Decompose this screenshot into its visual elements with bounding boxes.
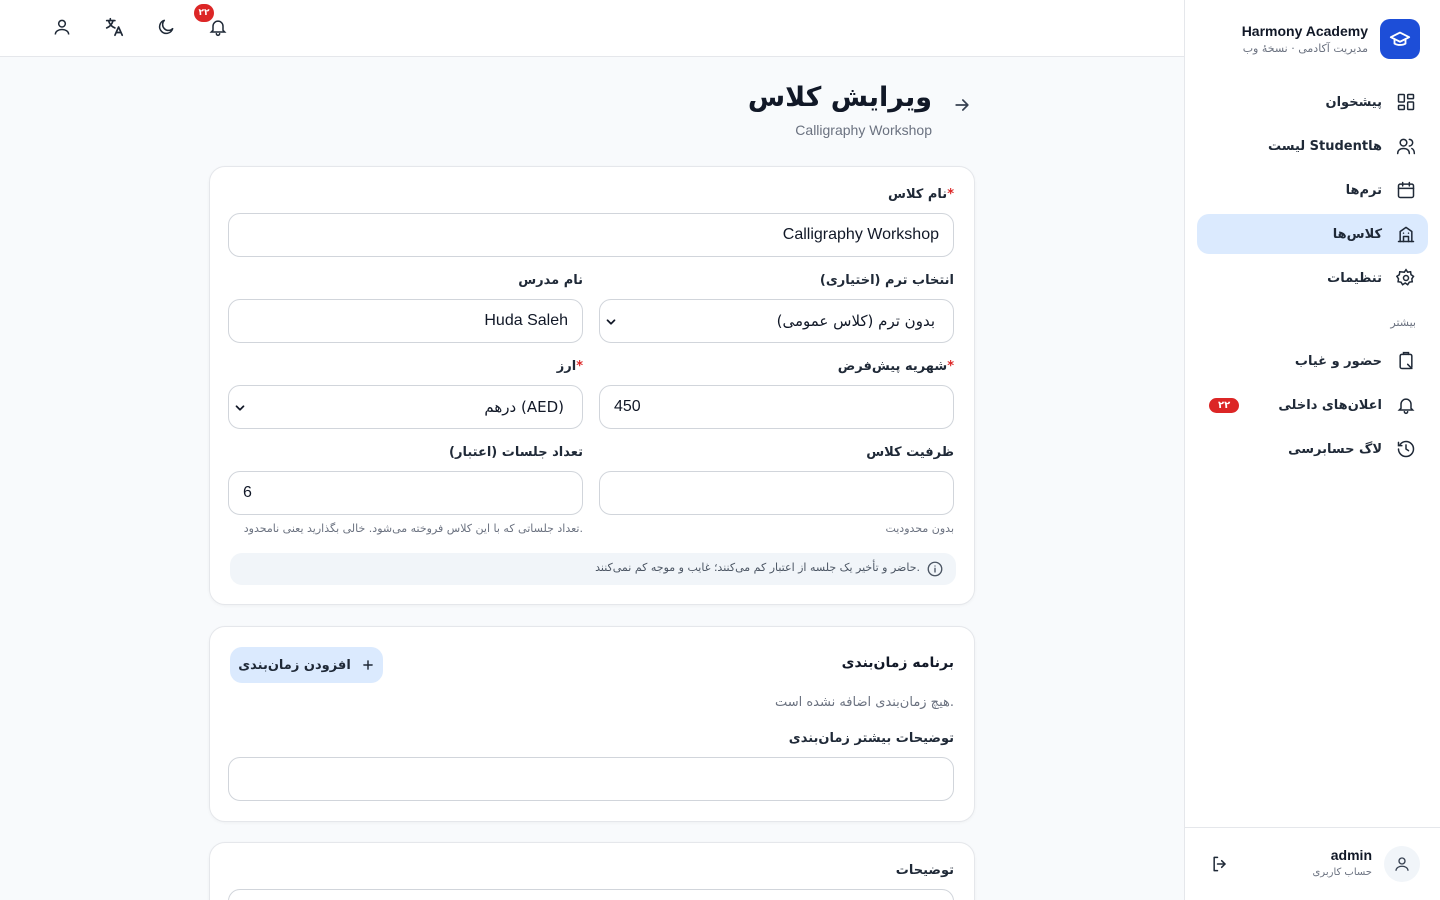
schedule-title: برنامه زمان‌بندی bbox=[841, 655, 954, 671]
logout-icon[interactable] bbox=[1210, 854, 1230, 874]
sidebar-item-terms[interactable]: ترم‌ها bbox=[1197, 170, 1428, 210]
notification-badge: ۲۲ bbox=[1209, 397, 1240, 413]
currency-select[interactable]: درهم (AED) bbox=[228, 385, 583, 429]
teacher-input[interactable]: Huda Saleh bbox=[228, 299, 583, 343]
description-input[interactable] bbox=[228, 889, 954, 900]
user-box: admin حساب کاربری bbox=[1184, 827, 1440, 900]
sidebar-item-students[interactable]: لیست Studentها bbox=[1197, 126, 1428, 166]
sidebar-item-settings[interactable]: تنظیمات bbox=[1197, 258, 1428, 298]
page-subtitle: Calligraphy Workshop bbox=[795, 122, 932, 138]
brand-subtitle: مدیریت آکادمی · نسخهٔ وب bbox=[1242, 42, 1368, 55]
chevron-down-icon bbox=[235, 405, 245, 411]
top-bar: ۲۲ bbox=[0, 0, 1184, 57]
capacity-hint: بدون محدودیت bbox=[885, 522, 954, 535]
sidebar-item-label: تنظیمات bbox=[1327, 270, 1382, 286]
page-title: ویرایش کلاس bbox=[747, 82, 932, 113]
class-name-label: نام کلاس* bbox=[888, 187, 954, 202]
term-select-value: بدون ترم (کلاس عمومی) bbox=[776, 312, 935, 330]
info-note: حاضر و تأخیر یک جلسه از اعتبار کم می‌کنن… bbox=[230, 553, 956, 585]
sidebar-nav: پیشخوان لیست Studentها ترم‌ها کلاس‌ها تن… bbox=[1197, 82, 1428, 473]
description-label: توضیحات bbox=[895, 863, 954, 878]
sessions-input[interactable]: 6 bbox=[228, 471, 583, 515]
calendar-icon bbox=[1396, 180, 1416, 200]
sidebar-item-label: اعلان‌های داخلی bbox=[1278, 397, 1382, 413]
sidebar-item-label: حضور و غیاب bbox=[1294, 353, 1382, 369]
add-schedule-button[interactable]: افزودن زمان‌بندی bbox=[230, 647, 383, 683]
user-role: حساب کاربری bbox=[1312, 867, 1372, 878]
avatar[interactable] bbox=[1384, 846, 1420, 882]
user-name: admin bbox=[1330, 847, 1372, 863]
capacity-label: ظرفیت کلاس bbox=[866, 445, 954, 460]
schedule-card: برنامه زمان‌بندی افزودن زمان‌بندی هیچ زم… bbox=[209, 626, 975, 822]
sidebar-item-label: پیشخوان bbox=[1325, 94, 1383, 110]
sidebar-item-label: ترم‌ها bbox=[1345, 182, 1382, 198]
sidebar-item-label: لاگ حسابرسی bbox=[1288, 441, 1382, 457]
school-icon bbox=[1396, 224, 1416, 244]
chevron-down-icon bbox=[606, 319, 616, 325]
moon-icon[interactable] bbox=[155, 16, 177, 38]
info-icon bbox=[927, 561, 943, 577]
description-card: توضیحات bbox=[209, 842, 975, 900]
sidebar-item-notifications[interactable]: اعلان‌های داخلی ۲۲ bbox=[1197, 385, 1428, 425]
sidebar-item-label: کلاس‌ها bbox=[1332, 226, 1382, 242]
schedule-empty-text: هیچ زمان‌بندی اضافه نشده است. bbox=[774, 695, 954, 710]
notification-count-badge: ۲۲ bbox=[194, 4, 214, 22]
history-icon bbox=[1396, 439, 1416, 459]
bell-icon bbox=[1396, 395, 1416, 415]
teacher-label: نام مدرس bbox=[518, 273, 583, 288]
sidebar: Harmony Academy مدیریت آکادمی · نسخهٔ وب… bbox=[1184, 0, 1440, 900]
term-label: انتخاب ترم (اختیاری) bbox=[819, 273, 954, 288]
sidebar-item-label: لیست Studentها bbox=[1267, 138, 1382, 154]
add-schedule-label: افزودن زمان‌بندی bbox=[238, 657, 351, 673]
info-text: حاضر و تأخیر یک جلسه از اعتبار کم می‌کنن… bbox=[595, 561, 920, 574]
brand[interactable]: Harmony Academy مدیریت آکادمی · نسخهٔ وب bbox=[1242, 19, 1420, 59]
capacity-input[interactable] bbox=[599, 471, 954, 515]
schedule-notes-label: توضیحات بیشتر زمان‌بندی bbox=[788, 731, 954, 746]
nav-section-label: بیشتر bbox=[1390, 316, 1416, 329]
sidebar-item-audit-log[interactable]: لاگ حسابرسی bbox=[1197, 429, 1428, 469]
term-select[interactable]: بدون ترم (کلاس عمومی) bbox=[599, 299, 954, 343]
brand-name: Harmony Academy bbox=[1241, 23, 1368, 39]
gear-icon bbox=[1396, 268, 1416, 288]
schedule-notes-input[interactable] bbox=[228, 757, 954, 801]
fee-input[interactable]: 450 bbox=[599, 385, 954, 429]
clipboard-icon bbox=[1396, 351, 1416, 371]
class-form-card: نام کلاس* Calligraphy Workshop انتخاب تر… bbox=[209, 166, 975, 605]
sidebar-item-attendance[interactable]: حضور و غیاب bbox=[1197, 341, 1428, 381]
back-arrow-icon[interactable] bbox=[952, 95, 972, 115]
users-icon bbox=[1396, 136, 1416, 156]
plus-icon bbox=[362, 660, 373, 670]
class-name-input[interactable]: Calligraphy Workshop bbox=[228, 213, 954, 257]
profile-icon[interactable] bbox=[51, 16, 73, 38]
sidebar-item-classes[interactable]: کلاس‌ها bbox=[1197, 214, 1428, 254]
currency-select-value: درهم (AED) bbox=[484, 398, 564, 416]
sidebar-item-dashboard[interactable]: پیشخوان bbox=[1197, 82, 1428, 122]
fee-label: شهریه پیش‌فرض* bbox=[837, 359, 954, 374]
sessions-label: تعداد جلسات (اعتبار) bbox=[449, 445, 583, 460]
translate-icon[interactable] bbox=[103, 16, 125, 38]
dashboard-icon bbox=[1396, 92, 1416, 112]
currency-label: ارز* bbox=[556, 359, 583, 374]
sessions-hint: تعداد جلساتی که با این کلاس فروخته می‌شو… bbox=[243, 522, 583, 535]
graduation-cap-icon bbox=[1380, 19, 1420, 59]
